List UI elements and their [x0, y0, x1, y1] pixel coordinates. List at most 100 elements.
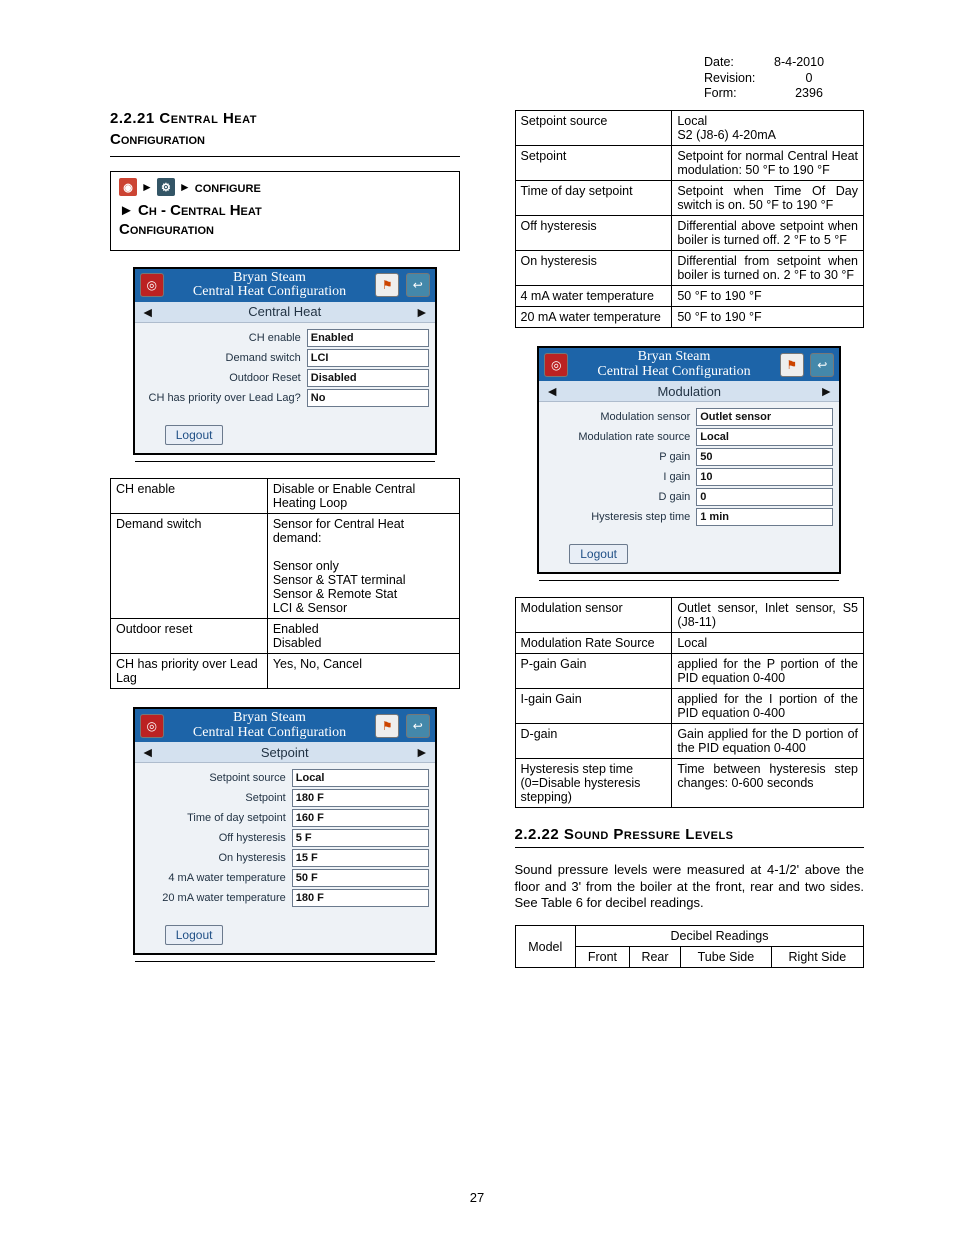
device-field-value[interactable]: 180 F — [292, 789, 429, 807]
meta-rev-value: 0 — [774, 71, 844, 87]
device-field-row: 4 mA water temperature50 F — [141, 869, 429, 887]
device-field-value[interactable]: No — [307, 389, 429, 407]
nav-title: Setpoint — [261, 745, 309, 760]
table-cell-key: 20 mA water temperature — [515, 307, 672, 328]
table-cell-value: applied for the I portion of the PID equ… — [672, 689, 864, 724]
panel-warn-icon[interactable]: ⚑ — [375, 714, 399, 738]
panel-logo-icon: ◎ — [140, 714, 164, 738]
device-field-row: 20 mA water temperature180 F — [141, 889, 429, 907]
table-cell-value: Sensor for Central Heat demand: Sensor o… — [267, 513, 459, 618]
device-field-value[interactable]: 15 F — [292, 849, 429, 867]
table-cell-key: D-gain — [515, 724, 672, 759]
table-cell-key: Hysteresis step time (0=Disable hysteres… — [515, 759, 672, 808]
device-field-value[interactable]: Local — [292, 769, 429, 787]
panel-warn-icon[interactable]: ⚑ — [375, 273, 399, 297]
table-row: Modulation Rate SourceLocal — [515, 633, 864, 654]
table-cell-key: CH has priority over Lead Lag — [111, 653, 268, 688]
panel-warn-icon[interactable]: ⚑ — [780, 353, 804, 377]
nav-next-icon[interactable]: ► — [819, 383, 833, 399]
table-cell-value: Disable or Enable Central Heating Loop — [267, 478, 459, 513]
table-cell-key: Outdoor reset — [111, 618, 268, 653]
meta-date-label: Date: — [704, 55, 774, 71]
nav-prev-icon[interactable]: ◄ — [141, 744, 155, 760]
device-field-value[interactable]: 1 min — [696, 508, 833, 526]
decibel-table: Model Decibel Readings Front Rear Tube S… — [515, 925, 865, 968]
table-cell-value: Yes, No, Cancel — [267, 653, 459, 688]
device-field-row: On hysteresis15 F — [141, 849, 429, 867]
device-field-row: Modulation rate sourceLocal — [545, 428, 833, 446]
device-panel-setpoint: ◎ Bryan Steam Central Heat Configuration… — [133, 707, 437, 955]
central-heat-desc-table: CH enableDisable or Enable Central Heati… — [110, 478, 460, 689]
logout-button[interactable]: Logout — [165, 925, 224, 945]
device-field-value[interactable]: 10 — [696, 468, 833, 486]
table-row: Time of day setpointSetpoint when Time O… — [515, 181, 864, 216]
nav-title: Central Heat — [248, 304, 321, 319]
table-row: 20 mA water temperature50 °F to 190 °F — [515, 307, 864, 328]
sound-col-rear: Rear — [629, 947, 680, 968]
table-row: SetpointSetpoint for normal Central Heat… — [515, 146, 864, 181]
table-row: Setpoint sourceLocal S2 (J8-6) 4-20mA — [515, 111, 864, 146]
nav-prev-icon[interactable]: ◄ — [141, 304, 155, 320]
configure-line2a: ► Ch - Central Heat — [119, 202, 451, 221]
table-cell-value: Enabled Disabled — [267, 618, 459, 653]
panel-back-icon[interactable]: ↩ — [406, 714, 430, 738]
device-field-value[interactable]: 50 — [696, 448, 833, 466]
device-panel-modulation: ◎ Bryan Steam Central Heat Configuration… — [537, 346, 841, 574]
sound-col-front: Front — [575, 947, 629, 968]
section-2-2-21-sub: Configuration — [110, 131, 460, 148]
table-cell-value: Gain applied for the D portion of the PI… — [672, 724, 864, 759]
device-field-row: CH enableEnabled — [141, 329, 429, 347]
setpoint-desc-table: Setpoint sourceLocal S2 (J8-6) 4-20mASet… — [515, 110, 865, 328]
device-field-value[interactable]: LCI — [307, 349, 429, 367]
device-field-row: I gain10 — [545, 468, 833, 486]
table-cell-key: Setpoint source — [515, 111, 672, 146]
table-row: Outdoor resetEnabled Disabled — [111, 618, 460, 653]
nav-next-icon[interactable]: ► — [415, 304, 429, 320]
panel-logo-icon: ◎ — [140, 273, 164, 297]
device-field-row: Off hysteresis5 F — [141, 829, 429, 847]
nav-title: Modulation — [657, 384, 721, 399]
table-cell-key: 4 mA water temperature — [515, 286, 672, 307]
page-number: 27 — [0, 1190, 954, 1205]
device-field-value[interactable]: Enabled — [307, 329, 429, 347]
table-cell-value: 50 °F to 190 °F — [672, 286, 864, 307]
table-cell-value: Time between hysteresis step changes: 0-… — [672, 759, 864, 808]
logout-button[interactable]: Logout — [569, 544, 628, 564]
table-row: Off hysteresisDifferential above setpoin… — [515, 216, 864, 251]
table-row: P-gain Gainapplied for the P portion of … — [515, 654, 864, 689]
table-cell-key: Time of day setpoint — [515, 181, 672, 216]
device-field-label: Outdoor Reset — [141, 372, 307, 384]
table-cell-key: On hysteresis — [515, 251, 672, 286]
device-field-row: P gain50 — [545, 448, 833, 466]
device-field-value[interactable]: 50 F — [292, 869, 429, 887]
device-field-value[interactable]: Outlet sensor — [696, 408, 833, 426]
table-row: Modulation sensorOutlet sensor, Inlet se… — [515, 598, 864, 633]
meta-form-label: Form: — [704, 86, 774, 102]
device-field-value[interactable]: 0 — [696, 488, 833, 506]
logout-button[interactable]: Logout — [165, 425, 224, 445]
panel-back-icon[interactable]: ↩ — [810, 353, 834, 377]
table-cell-key: I-gain Gain — [515, 689, 672, 724]
panel-back-icon[interactable]: ↩ — [406, 273, 430, 297]
figure-rule — [135, 961, 435, 962]
gauge-icon: ◉ — [119, 178, 137, 196]
configure-box: ◉ ► ⚙ ► configure ► Ch - Central Heat Co… — [110, 171, 460, 251]
device-field-label: Hysteresis step time — [545, 511, 696, 523]
device-field-value[interactable]: Local — [696, 428, 833, 446]
table-cell-value: Local S2 (J8-6) 4-20mA — [672, 111, 864, 146]
table-row: CH enableDisable or Enable Central Heati… — [111, 478, 460, 513]
device-field-row: Demand switchLCI — [141, 349, 429, 367]
device-field-label: Modulation sensor — [545, 411, 696, 423]
device-field-row: Outdoor ResetDisabled — [141, 369, 429, 387]
nav-prev-icon[interactable]: ◄ — [545, 383, 559, 399]
doc-meta: Date:8-4-2010 Revision:0 Form:2396 — [704, 55, 844, 102]
device-field-label: Setpoint source — [141, 772, 292, 784]
device-field-value[interactable]: 160 F — [292, 809, 429, 827]
device-field-value[interactable]: 5 F — [292, 829, 429, 847]
device-field-value[interactable]: Disabled — [307, 369, 429, 387]
meta-date-value: 8-4-2010 — [774, 55, 844, 71]
table-cell-key: Modulation Rate Source — [515, 633, 672, 654]
nav-next-icon[interactable]: ► — [415, 744, 429, 760]
table-cell-value: Differential above setpoint when boiler … — [672, 216, 864, 251]
device-field-value[interactable]: 180 F — [292, 889, 429, 907]
